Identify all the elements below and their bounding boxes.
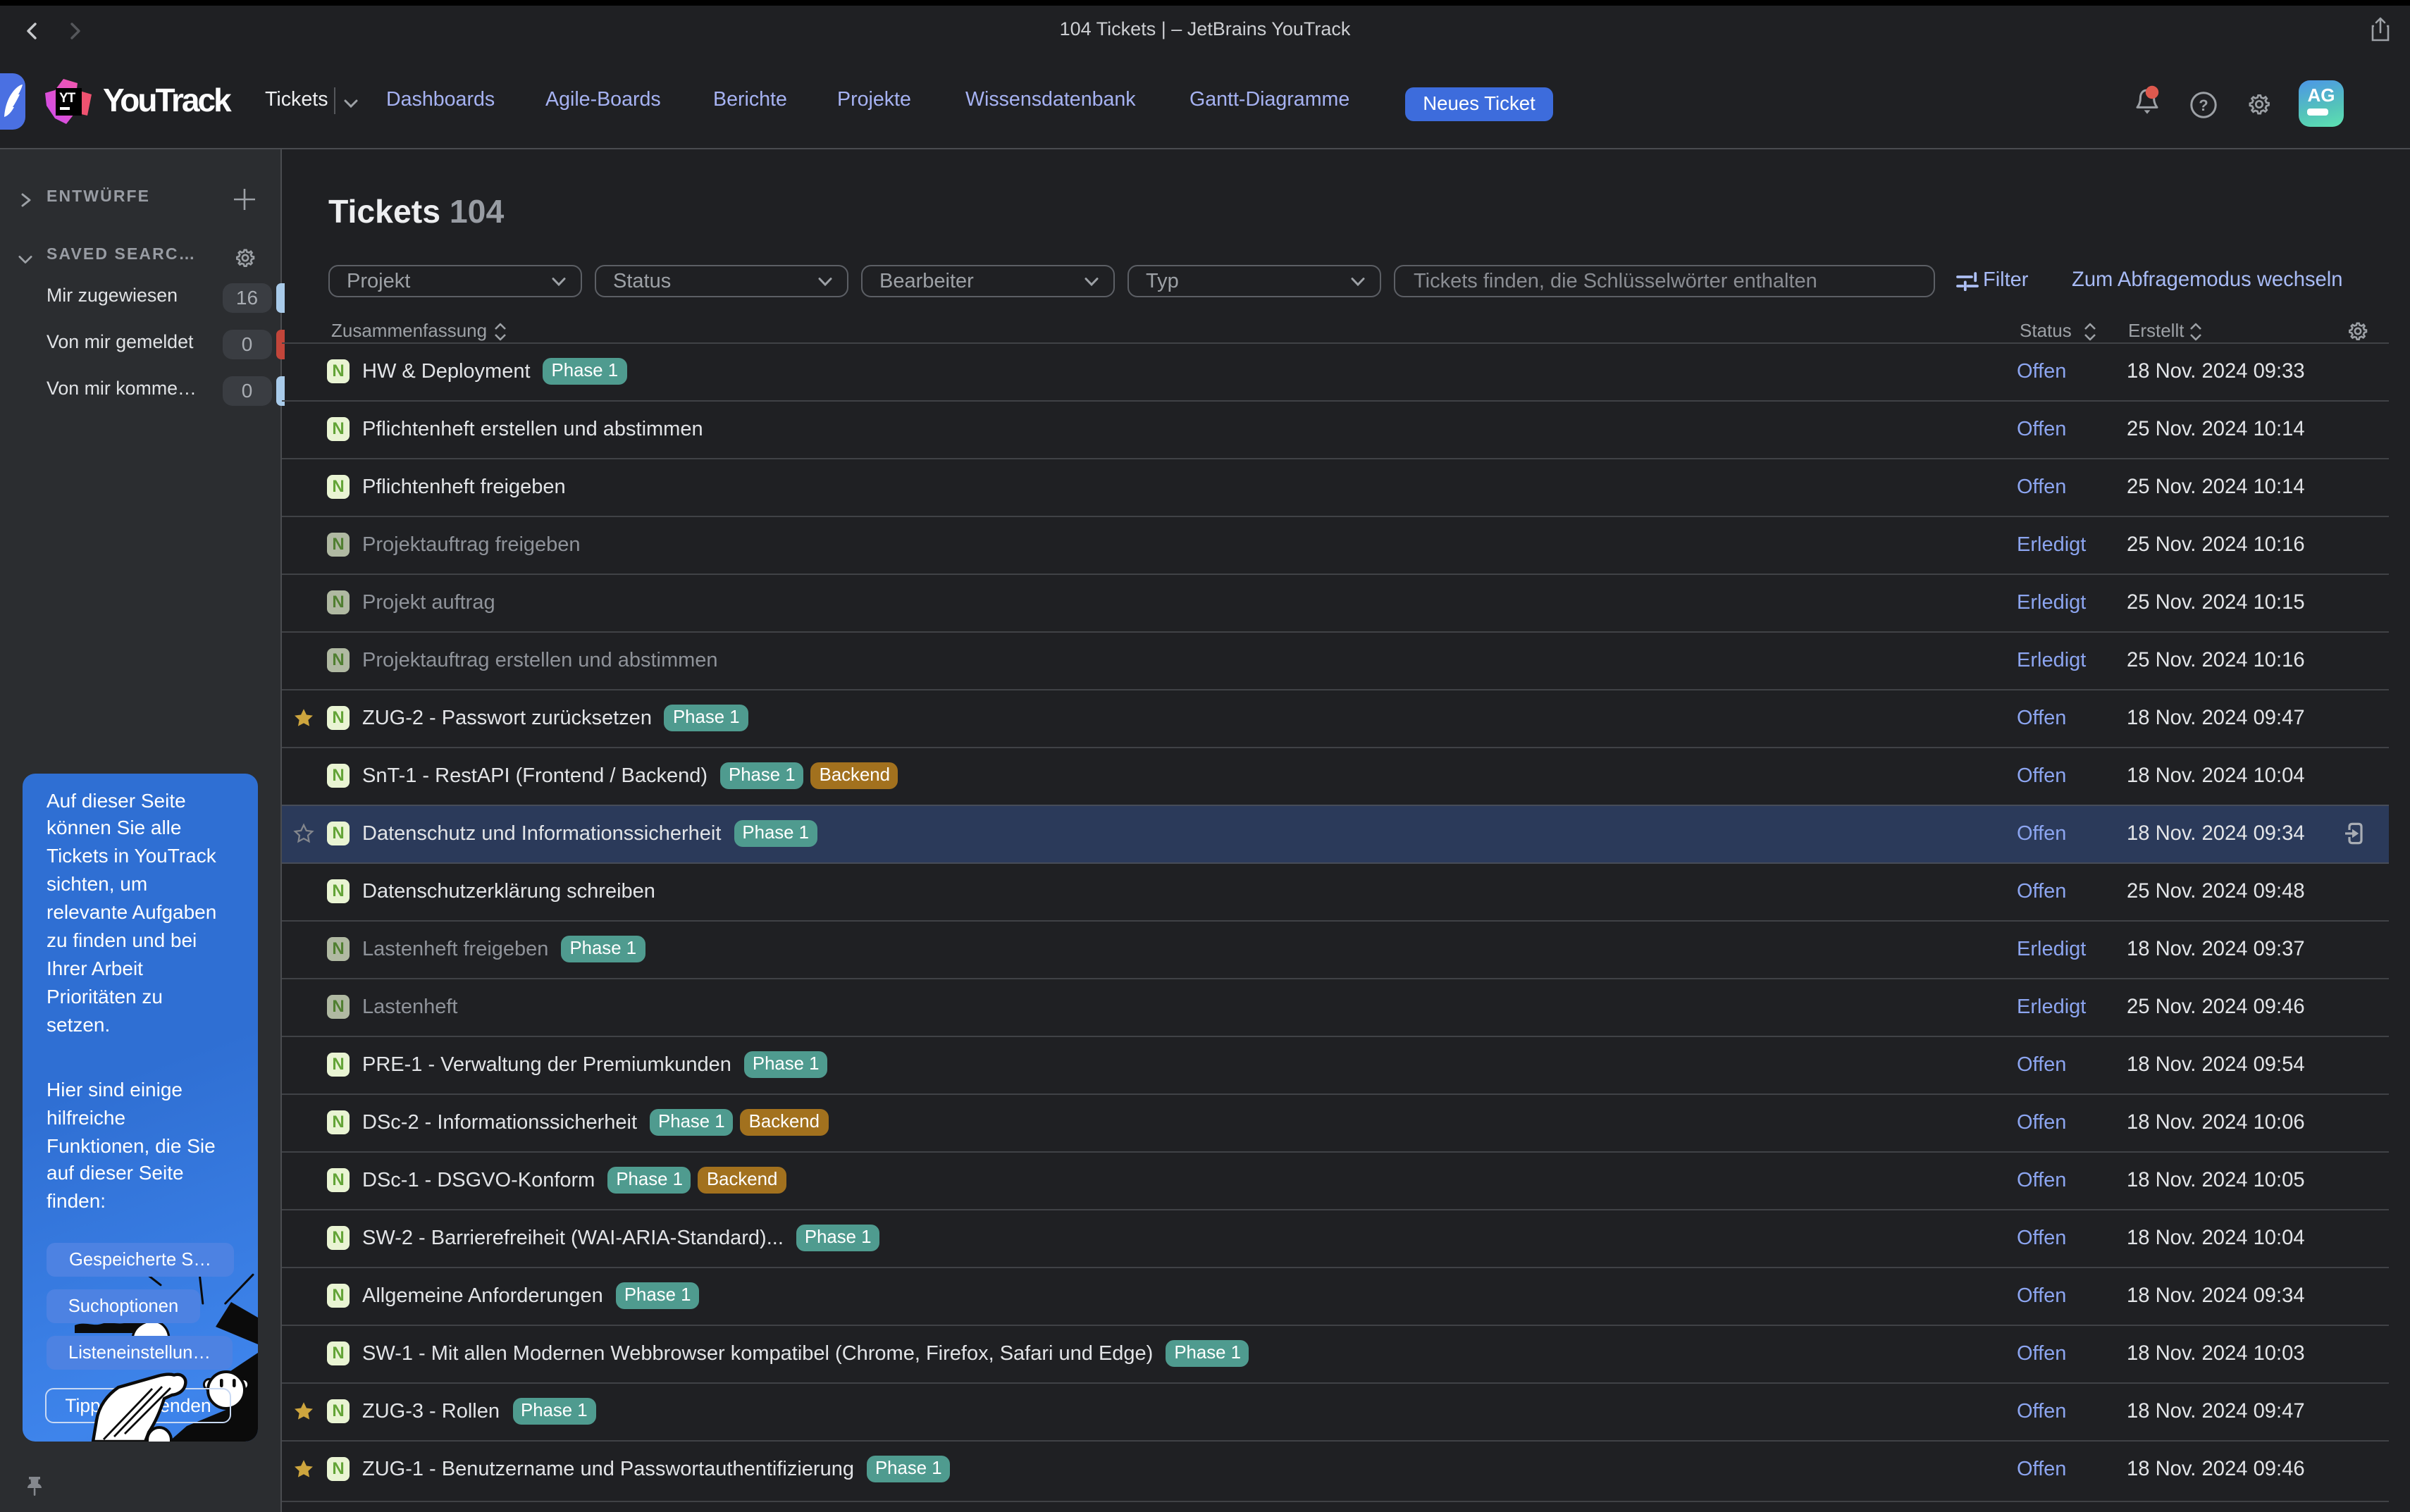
svg-text:?: ? bbox=[2199, 96, 2208, 113]
svg-text:YT: YT bbox=[59, 91, 76, 106]
